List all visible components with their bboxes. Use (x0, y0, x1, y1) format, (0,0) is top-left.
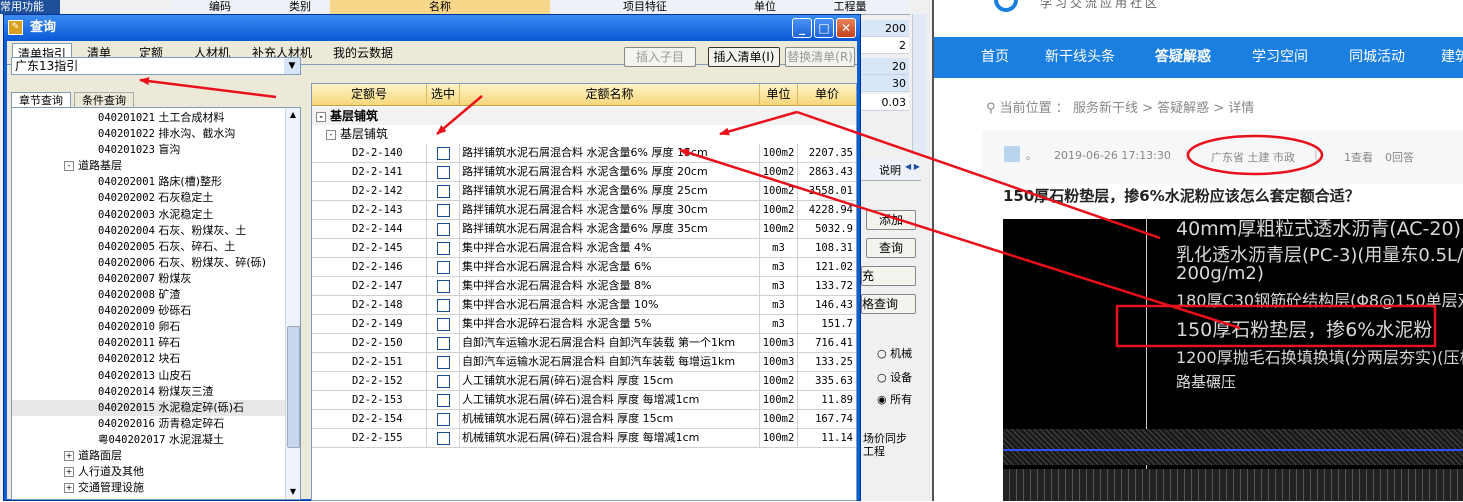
annotation-arrow (679, 148, 1241, 330)
annotation-arrow (436, 95, 483, 135)
annotation-arrow (139, 77, 277, 99)
annotation-arrow (719, 110, 798, 136)
annotation-box (1115, 304, 1437, 348)
annotation-ellipse (1186, 134, 1324, 176)
annotation-arrow (796, 110, 1161, 240)
annotation-overlay (139, 77, 1437, 348)
